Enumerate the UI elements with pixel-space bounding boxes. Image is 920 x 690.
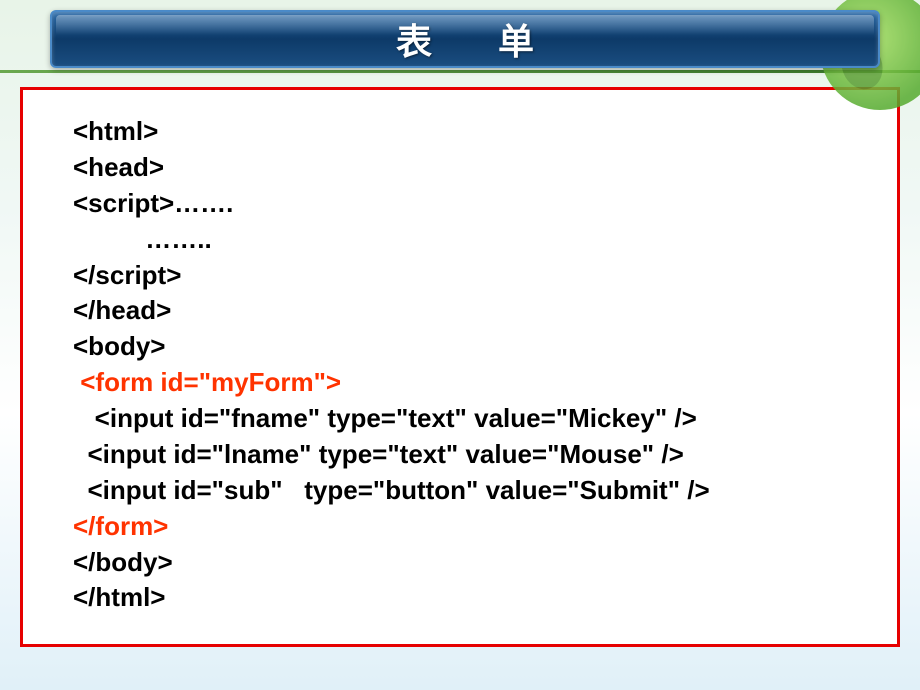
code-block: <html> <head> <script>……. …….. </script>…	[73, 114, 887, 616]
code-line: <script>…….	[73, 188, 233, 218]
slide-title: 表 单	[368, 13, 562, 65]
code-line-form-open: <form id="myForm">	[73, 367, 341, 397]
code-line: <body>	[73, 331, 165, 361]
code-example-box: <html> <head> <script>……. …….. </script>…	[20, 87, 900, 647]
slide-title-bar: 表 单	[50, 10, 880, 68]
code-line: <input id="lname" type="text" value="Mou…	[73, 439, 684, 469]
code-line: </body>	[73, 547, 173, 577]
code-line-part: " type="button" value="Submit" />	[270, 475, 709, 505]
code-line: </script>	[73, 260, 181, 290]
code-line: <html>	[73, 116, 158, 146]
code-line: </head>	[73, 295, 171, 325]
code-line: ……..	[73, 224, 212, 254]
code-line: <input id="fname" type="text" value="Mic…	[73, 403, 697, 433]
code-line-form-close: </form>	[73, 511, 168, 541]
code-line-part: <input id="sub	[73, 475, 270, 505]
code-line: <head>	[73, 152, 164, 182]
code-line: </html>	[73, 582, 165, 612]
title-divider	[0, 70, 920, 73]
